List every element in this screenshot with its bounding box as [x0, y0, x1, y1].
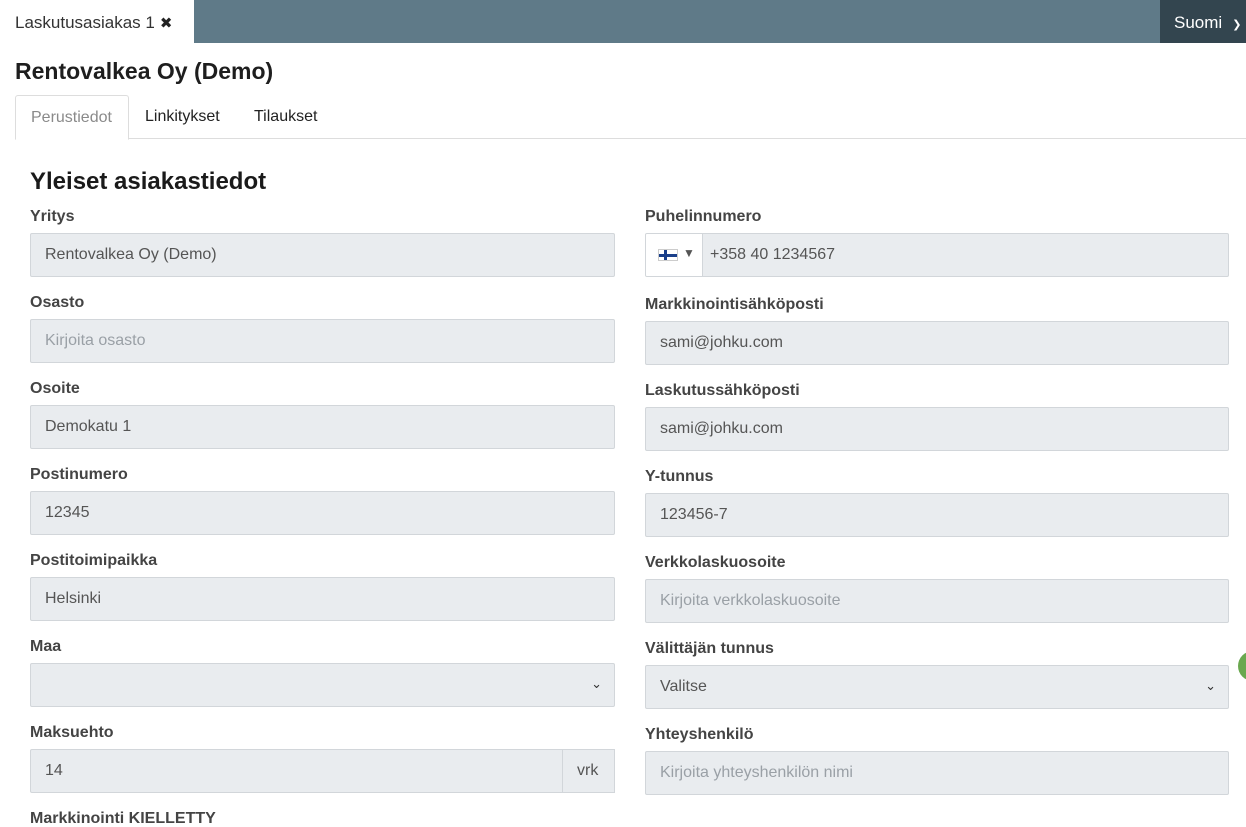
language-selector[interactable]: Suomi ❯ [1160, 0, 1246, 43]
company-label: Yritys [30, 208, 75, 225]
country-label: Maa [30, 638, 62, 655]
company-field[interactable]: Rentovalkea Oy (Demo) [30, 233, 615, 277]
payment-term-unit: vrk [563, 749, 615, 793]
einvoice-address-field[interactable]: Kirjoita verkkolaskuosoite [645, 579, 1229, 623]
tab-tilaukset[interactable]: Tilaukset [239, 95, 332, 139]
contact-person-field[interactable]: Kirjoita yhteyshenkilön nimi [645, 751, 1229, 795]
phone-field[interactable]: ▼ +358 40 1234567 [645, 233, 1229, 277]
section-title: Yleiset asiakastiedot [30, 168, 267, 195]
business-id-label: Y-tunnus [645, 468, 714, 485]
tab-bar: Perustiedot Linkitykset Tilaukset [15, 95, 1246, 140]
top-bar: Laskutusasiakas 1 ✖ Suomi ❯ [0, 0, 1246, 43]
caret-down-icon: ▼ [683, 246, 695, 260]
address-label: Osoite [30, 380, 80, 397]
city-field[interactable]: Helsinki [30, 577, 615, 621]
billing-email-label: Laskutussähköposti [645, 382, 800, 399]
einvoice-address-label: Verkkolaskuosoite [645, 554, 786, 571]
chevron-down-icon: ⌄ [591, 676, 602, 691]
operator-id-label: Välittäjän tunnus [645, 640, 774, 657]
chevron-down-icon: ⌄ [1205, 678, 1216, 693]
postal-code-label: Postinumero [30, 466, 128, 483]
department-label: Osasto [30, 294, 85, 311]
language-label: Suomi [1174, 13, 1223, 32]
country-select[interactable]: ⌄ [30, 663, 615, 707]
phone-label: Puhelinnumero [645, 208, 762, 225]
phone-value: +358 40 1234567 [710, 246, 836, 263]
marketing-email-field[interactable]: sami@johku.com [645, 321, 1229, 365]
payment-term-field[interactable]: 14 [30, 749, 563, 793]
city-label: Postitoimipaikka [30, 552, 158, 569]
operator-id-value: Valitse [660, 678, 707, 695]
finland-flag-icon [658, 249, 678, 261]
country-code-selector[interactable]: ▼ [646, 234, 703, 276]
address-field[interactable]: Demokatu 1 [30, 405, 615, 449]
floating-indicator[interactable] [1238, 651, 1246, 681]
tab-linkitykset[interactable]: Linkitykset [130, 95, 235, 139]
document-tab-label: Laskutusasiakas 1 [15, 13, 155, 32]
contact-person-label: Yhteyshenkilö [645, 726, 754, 743]
page-title: Rentovalkea Oy (Demo) [15, 58, 274, 84]
marketing-email-label: Markkinointisähköposti [645, 296, 824, 313]
billing-email-field[interactable]: sami@johku.com [645, 407, 1229, 451]
operator-id-select[interactable]: Valitse ⌄ [645, 665, 1229, 709]
chevron-down-icon: ❯ [1232, 19, 1242, 31]
department-field[interactable]: Kirjoita osasto [30, 319, 615, 363]
business-id-field[interactable]: 123456-7 [645, 493, 1229, 537]
document-tab[interactable]: Laskutusasiakas 1 ✖ [0, 0, 194, 43]
close-icon[interactable]: ✖ [160, 14, 173, 32]
payment-term-label: Maksuehto [30, 724, 114, 741]
marketing-forbidden-label: Markkinointi KIELLETTY [30, 810, 216, 827]
tab-perustiedot[interactable]: Perustiedot [15, 95, 129, 140]
postal-code-field[interactable]: 12345 [30, 491, 615, 535]
